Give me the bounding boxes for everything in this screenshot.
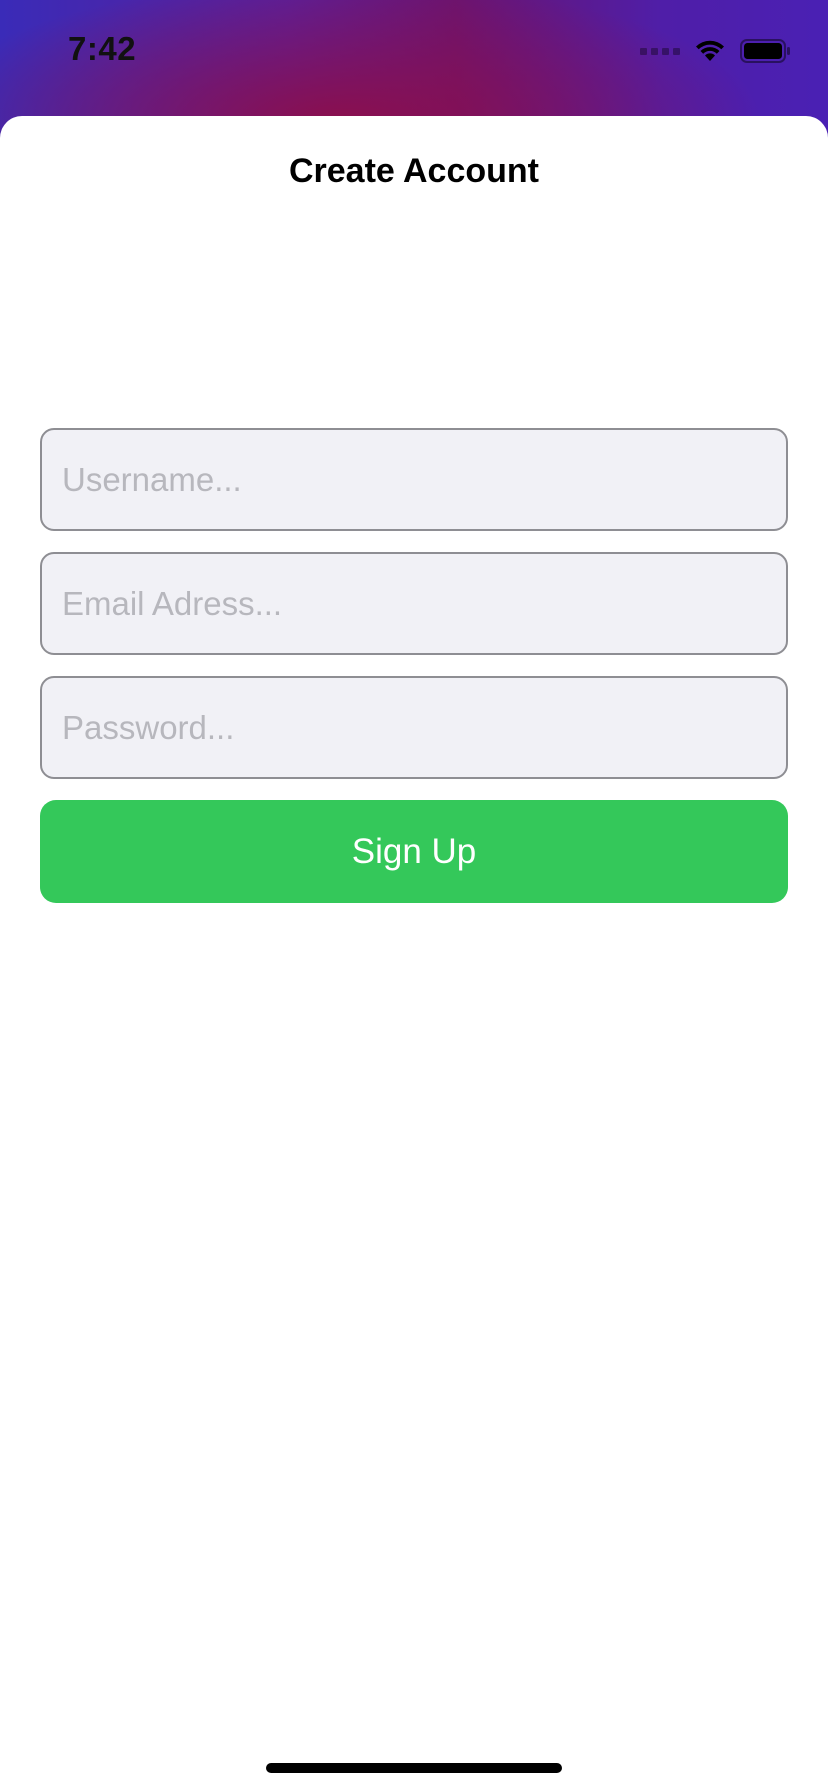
status-indicators (640, 36, 792, 66)
sheet-title: Create Account (288, 152, 540, 190)
username-input[interactable] (40, 428, 788, 531)
password-input[interactable] (40, 676, 788, 779)
wifi-icon (696, 40, 724, 61)
status-bar: 7:42 (0, 0, 828, 110)
email-input[interactable] (40, 552, 788, 655)
sign-up-button[interactable]: Sign Up (40, 800, 788, 903)
create-account-sheet: Create Account Sign Up (0, 116, 828, 1792)
home-indicator[interactable] (266, 1763, 562, 1773)
cellular-signal-icon (640, 47, 680, 55)
battery-icon (740, 39, 790, 63)
status-time: 7:42 (68, 30, 137, 67)
